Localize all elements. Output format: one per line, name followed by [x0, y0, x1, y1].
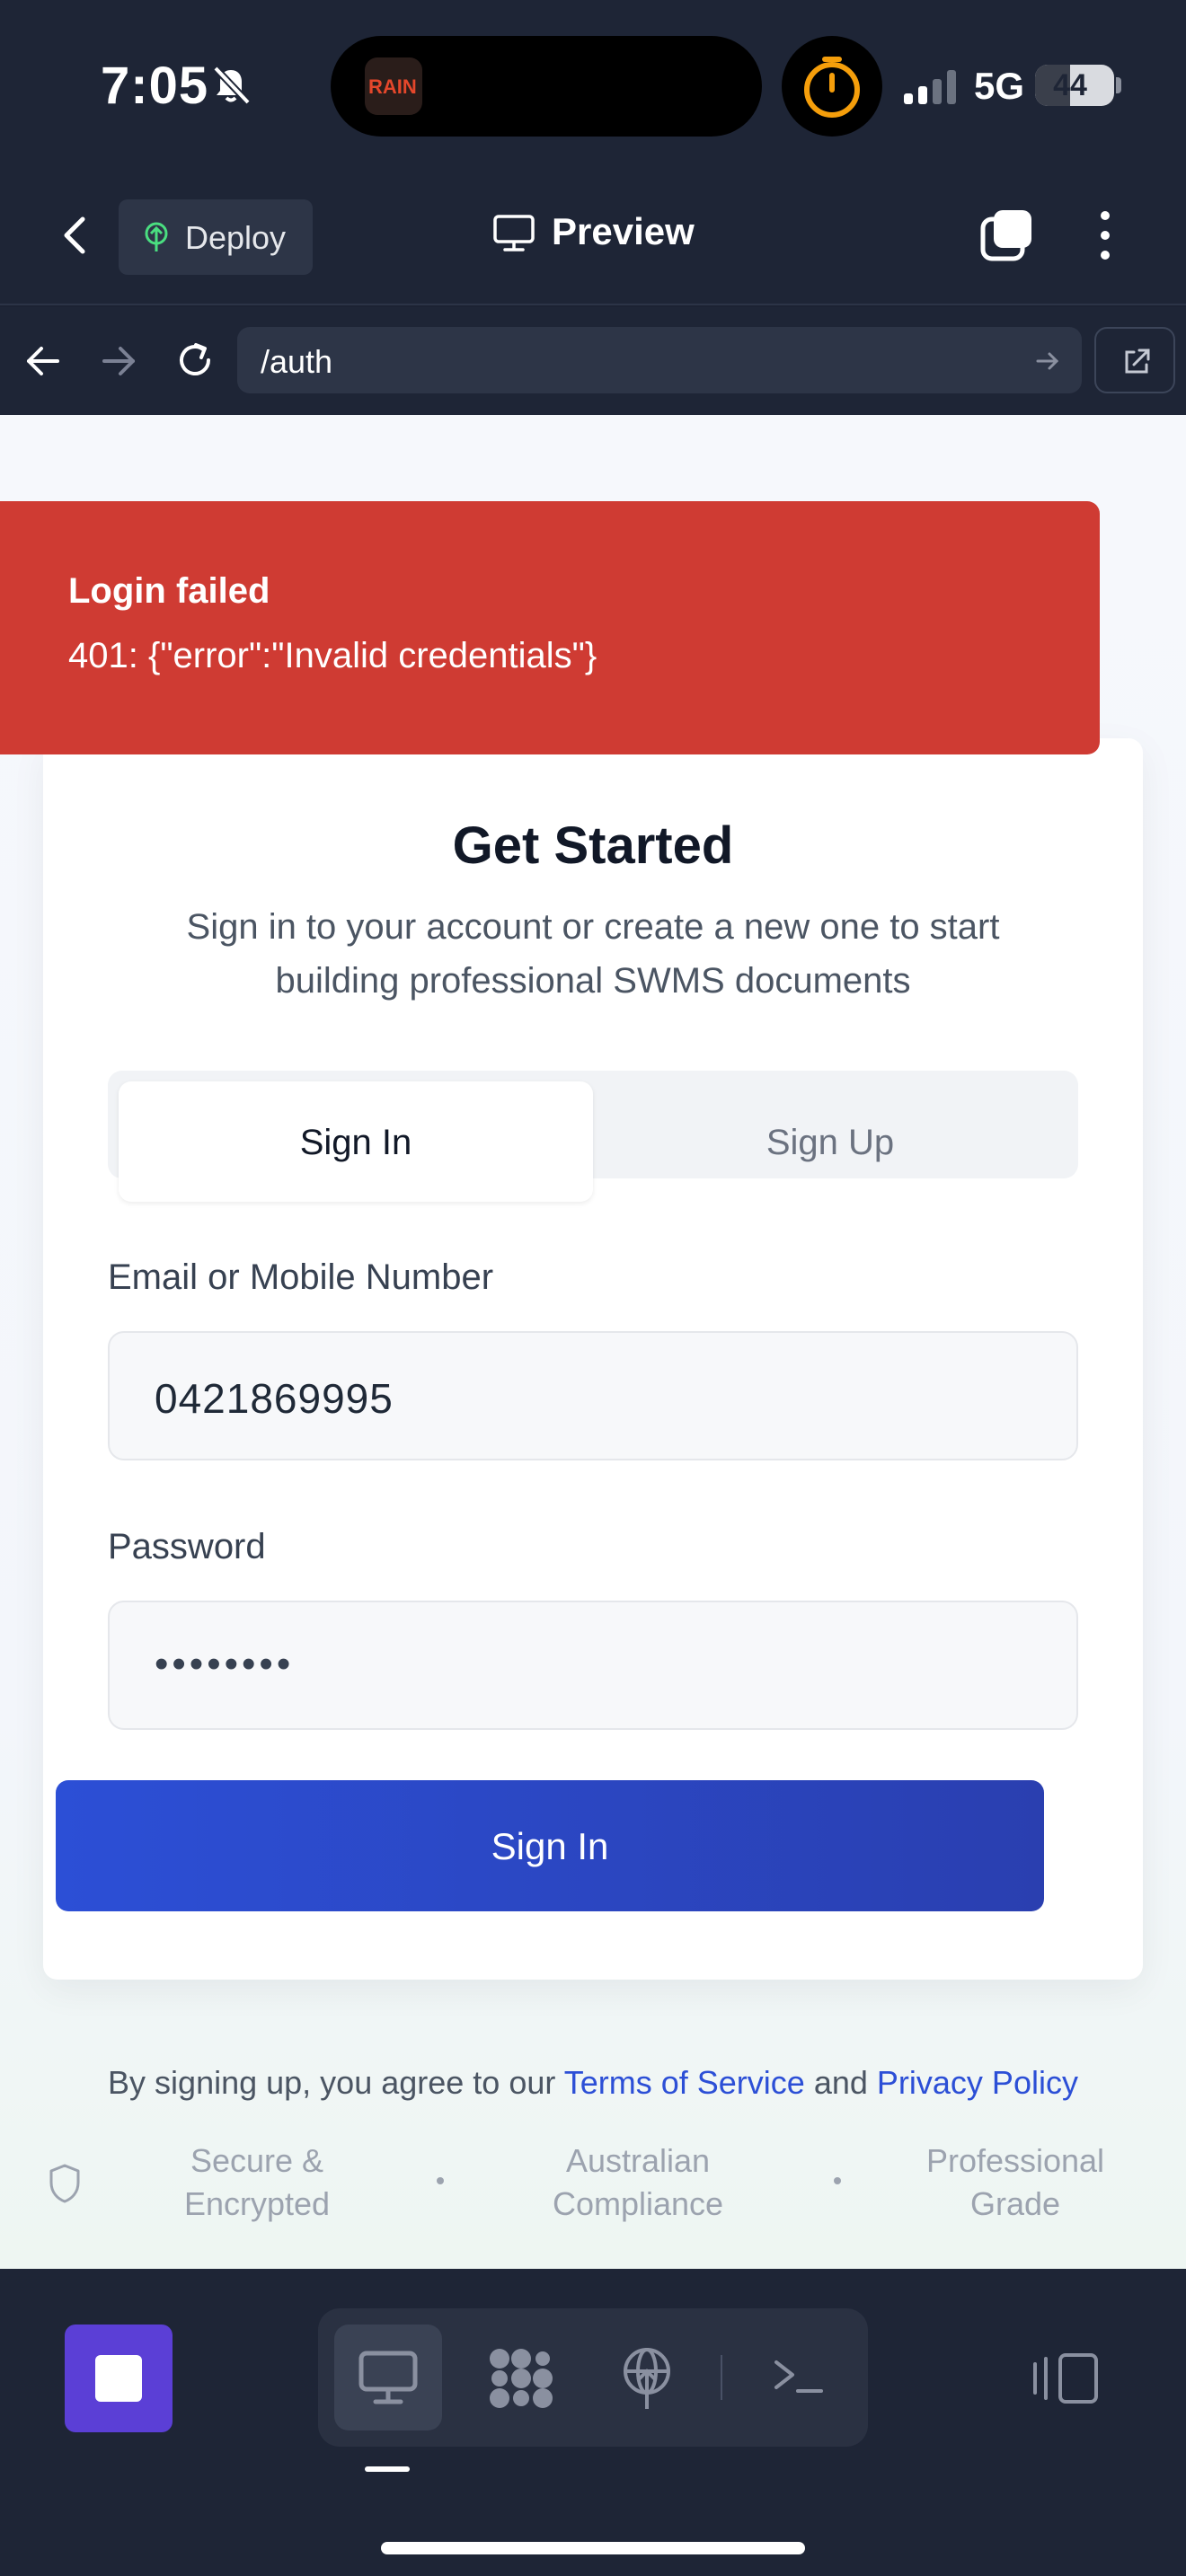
battery-tip: [1116, 77, 1121, 93]
deploy-button[interactable]: Deploy: [119, 199, 313, 275]
island-app-icon: RAIN: [365, 57, 422, 115]
app-header: Deploy Preview: [0, 171, 1186, 305]
preview-view-button[interactable]: [334, 2325, 442, 2430]
email-label: Email or Mobile Number: [108, 1257, 494, 1297]
tab-sign-in[interactable]: Sign In: [119, 1081, 593, 1202]
more-vertical-icon[interactable]: [1087, 207, 1123, 264]
dynamic-island[interactable]: RAIN: [331, 36, 762, 137]
battery-icon: 44: [1035, 65, 1114, 106]
sign-in-button-label: Sign In: [491, 1825, 609, 1867]
browser-bar: /auth: [0, 307, 1186, 415]
url-field[interactable]: /auth: [237, 327, 1082, 393]
email-value: 0421869995: [155, 1375, 394, 1422]
chevron-left-icon[interactable]: [47, 207, 104, 264]
terms-link[interactable]: Terms of Service: [564, 2064, 805, 2101]
password-value: ••••••••: [155, 1642, 295, 1686]
apps-view-button[interactable]: [464, 2325, 571, 2430]
page-title: Preview: [552, 210, 695, 252]
password-field[interactable]: ••••••••: [108, 1601, 1078, 1730]
arrow-left-icon[interactable]: [23, 341, 63, 381]
stop-button[interactable]: [65, 2325, 173, 2432]
url-text: /auth: [261, 343, 333, 380]
monitor-icon: [493, 215, 535, 251]
terms-prefix: By signing up, you agree to our: [108, 2064, 556, 2101]
active-indicator: [365, 2466, 410, 2472]
deploy-icon: [145, 222, 168, 251]
home-indicator: [381, 2542, 805, 2554]
go-arrow-icon[interactable]: [1035, 348, 1060, 374]
island-app-text: RAIN: [368, 75, 417, 98]
badge-professional-line2: Grade: [969, 2185, 1061, 2222]
status-bar: 7:05 RAIN 5G 44: [0, 0, 1186, 171]
terms-and: and: [813, 2064, 868, 2101]
card-subtitle: Sign in to your account or create a new …: [186, 907, 1000, 1001]
badge-professional: Professional Grade: [907, 2139, 1123, 2226]
badge-separator: [834, 2177, 841, 2184]
badge-secure: Secure & Encrypted: [149, 2139, 365, 2226]
terms-text: By signing up, you agree to our Terms of…: [0, 2064, 1186, 2102]
shield-icon: [49, 2164, 80, 2203]
terminal-icon: [774, 2360, 823, 2393]
status-time: 7:05: [101, 57, 209, 115]
bell-slash-icon: [213, 66, 251, 105]
bottom-toolbar: [0, 2269, 1186, 2576]
error-toast[interactable]: Login failed 401: {"error":"Invalid cred…: [0, 501, 1100, 754]
terminal-view-button[interactable]: [744, 2325, 852, 2430]
tabs-icon[interactable]: [978, 207, 1035, 264]
trust-badges: Secure & Encrypted Australian Compliance…: [0, 2139, 1186, 2238]
signal-icon: [904, 70, 956, 104]
arrow-right-icon[interactable]: [99, 341, 138, 381]
card-title: Get Started: [452, 816, 734, 875]
battery-level: 44: [1053, 68, 1087, 102]
auth-tabs: Sign In Sign Up: [108, 1071, 1078, 1202]
privacy-link[interactable]: Privacy Policy: [877, 2064, 1078, 2101]
toast-message: 401: {"error":"Invalid credentials"}: [68, 636, 597, 675]
deploy-view-button[interactable]: [593, 2325, 701, 2430]
toolbar-divider: [721, 2355, 722, 2400]
web-page: Get Started Sign in to your account or c…: [0, 415, 1186, 2269]
badge-separator: [437, 2177, 444, 2184]
deploy-label: Deploy: [185, 219, 287, 256]
tab-sign-up-label: Sign Up: [766, 1123, 895, 1162]
reload-icon[interactable]: [173, 338, 217, 383]
tab-sign-up[interactable]: Sign Up: [593, 1081, 1067, 1168]
badge-compliance-line2: Compliance: [552, 2185, 724, 2222]
panel-icon[interactable]: [1031, 2350, 1102, 2407]
badge-secure-line2: Encrypted: [183, 2185, 331, 2222]
badge-secure-line1: Secure &: [190, 2142, 324, 2179]
open-external-button[interactable]: [1094, 327, 1175, 393]
globe-icon: [624, 2348, 670, 2409]
view-switcher: [318, 2308, 868, 2447]
sign-in-button[interactable]: Sign In: [56, 1780, 1044, 1911]
password-label: Password: [108, 1527, 266, 1566]
badge-compliance: Australian Compliance: [530, 2139, 746, 2226]
external-link-icon: [1125, 348, 1150, 374]
monitor-icon: [358, 2351, 418, 2404]
network-type: 5G: [974, 65, 1025, 107]
grid-icon: [490, 2349, 553, 2408]
stop-icon: [95, 2355, 142, 2402]
toast-title: Login failed: [68, 571, 270, 611]
timer-icon[interactable]: [782, 36, 882, 137]
tab-sign-in-label: Sign In: [299, 1123, 412, 1162]
badge-compliance-line1: Australian: [565, 2142, 711, 2179]
email-field[interactable]: 0421869995: [108, 1331, 1078, 1460]
badge-professional-line1: Professional: [925, 2142, 1105, 2179]
